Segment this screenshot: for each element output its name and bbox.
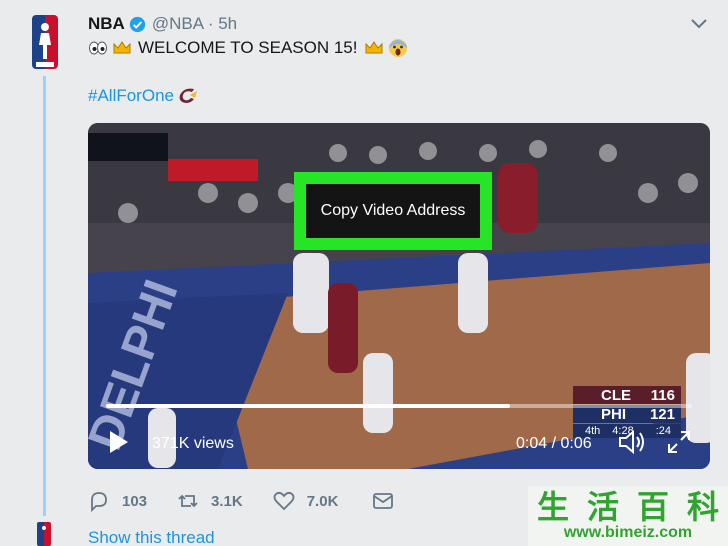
tweet-text-body: WELCOME TO SEASON 15! <box>138 38 358 57</box>
reply-button[interactable]: 103 <box>88 490 147 512</box>
hashtag-link[interactable]: #AllForOne <box>88 86 174 106</box>
retweet-count: 3.1K <box>211 492 243 510</box>
retweet-button[interactable]: 3.1K <box>177 490 243 512</box>
watermark-url: www.bimeiz.com <box>563 524 693 541</box>
heart-icon <box>273 491 295 511</box>
nba-logo-avatar[interactable] <box>32 15 58 69</box>
hashtag-row: #AllForOne <box>88 86 198 106</box>
play-icon[interactable] <box>108 429 130 455</box>
video-progress-bar[interactable] <box>106 404 692 408</box>
crown-emoji-icon <box>113 41 131 54</box>
author-name[interactable]: NBA <box>88 14 125 34</box>
retweet-icon <box>178 494 198 508</box>
crown-emoji-icon <box>365 41 382 54</box>
verified-badge-icon <box>129 16 145 32</box>
like-count: 7.0K <box>306 492 339 510</box>
tweet-text: WELCOME TO SEASON 15! <box>88 38 412 58</box>
chevron-down-icon[interactable] <box>690 14 708 32</box>
watermark-char: 百 <box>636 489 669 525</box>
reply-icon <box>91 492 107 512</box>
cavaliers-logo-icon <box>179 88 197 103</box>
thread-avatar[interactable] <box>37 522 51 546</box>
tweet-actions: 103 3.1K 7.0K <box>88 488 436 514</box>
team1-score: 116 <box>650 386 675 404</box>
like-button[interactable]: 7.0K <box>273 490 339 512</box>
eyes-emoji-icon <box>89 41 107 55</box>
author-handle[interactable]: @NBA · 5h <box>152 14 237 34</box>
volume-icon[interactable] <box>618 429 646 455</box>
envelope-icon <box>373 493 394 509</box>
video-progress-fill <box>106 404 511 408</box>
watermark: 生 活 百 科 www.bimeiz.com <box>528 486 728 546</box>
video-time: 0:04 / 0:06 <box>516 435 592 452</box>
video-player[interactable]: DELPHI Copy Video Address CLE 116 PHI 12… <box>88 123 710 469</box>
scream-emoji-icon <box>388 39 407 57</box>
team1-name: CLE <box>601 386 631 404</box>
watermark-char: 科 <box>686 489 719 525</box>
watermark-char: 活 <box>586 489 619 525</box>
thread-line <box>43 76 46 516</box>
copy-video-address-menu-item[interactable]: Copy Video Address <box>306 184 480 238</box>
watermark-title: 生 活 百 科 <box>528 486 728 525</box>
direct-message-button[interactable] <box>372 490 406 512</box>
team2-name: PHI <box>601 405 627 423</box>
score-row-cle: CLE 116 <box>573 386 681 404</box>
view-count: 371K views <box>152 435 234 452</box>
team2-score: 121 <box>649 405 675 423</box>
tweet-header: NBA @NBA · 5h <box>88 12 237 36</box>
reply-count: 103 <box>122 492 148 510</box>
context-menu-highlight: Copy Video Address <box>294 172 492 250</box>
fullscreen-icon[interactable] <box>666 429 692 455</box>
tweet: NBA @NBA · 5h WELCOME TO SEASON 15! #All… <box>0 0 728 546</box>
watermark-char: 生 <box>536 489 569 525</box>
show-thread-link[interactable]: Show this thread <box>88 528 215 546</box>
